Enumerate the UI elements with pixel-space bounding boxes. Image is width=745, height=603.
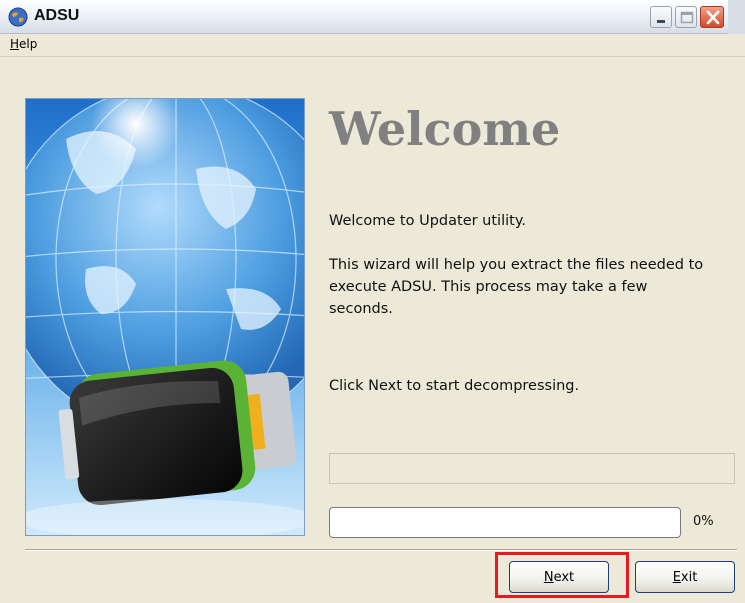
progress-percent: 0% [693, 514, 714, 529]
close-button[interactable] [700, 6, 724, 28]
minimize-icon [657, 20, 665, 23]
window-title: ADSU [34, 7, 80, 24]
intro-text: Welcome to Updater utility. [329, 213, 526, 229]
next-label-rest: ext [553, 569, 575, 585]
menu-help-mnemonic: H [10, 37, 20, 51]
exit-button[interactable]: Exit [635, 561, 735, 593]
status-box [329, 453, 735, 484]
maximize-button[interactable] [675, 6, 697, 28]
title-bar-edge [728, 0, 745, 34]
button-divider [25, 549, 737, 551]
title-bar[interactable]: ADSU [0, 0, 745, 34]
maximize-icon [680, 11, 694, 24]
description-text: This wizard will help you extract the fi… [329, 257, 704, 317]
instruction-text: Click Next to start decompressing. [329, 378, 580, 394]
banner-image [25, 98, 305, 536]
exit-label-rest: xit [680, 569, 698, 585]
progress-bar [329, 507, 681, 538]
globe-and-usb-device-illustration [26, 99, 304, 535]
menu-item-help[interactable]: Help [10, 37, 37, 51]
page-title: Welcome [329, 102, 561, 156]
adsu-window: ADSU Help Welcome Welcome to Updater uti… [0, 0, 745, 603]
menu-bar: Help [0, 34, 745, 57]
next-button[interactable]: Next [509, 561, 609, 593]
close-icon [706, 10, 720, 25]
minimize-button[interactable] [650, 6, 672, 28]
exit-mnemonic: E [672, 569, 681, 585]
next-mnemonic: N [543, 569, 554, 585]
menu-help-rest: elp [19, 37, 38, 51]
globe-app-icon [8, 7, 28, 27]
